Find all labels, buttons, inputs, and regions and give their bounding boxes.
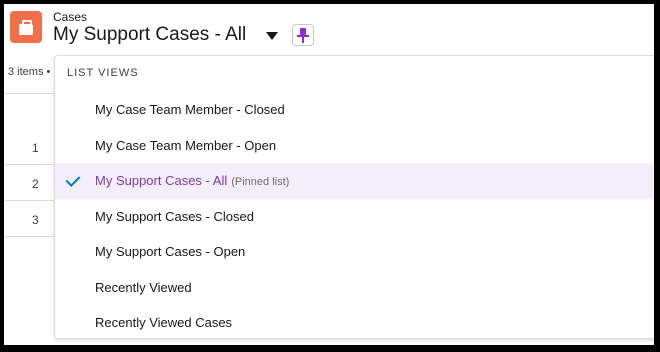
menu-item[interactable]: My Case Team Member - Closed [55,92,654,128]
menu-item[interactable]: My Support Cases - Closed [55,199,654,235]
table-header-divider [4,93,56,94]
object-name: Cases [53,10,88,24]
menu-item-label: My Case Team Member - Closed [95,102,285,117]
menu-item-label-text: My Support Cases - All [95,173,228,188]
caret-down-icon[interactable] [266,32,278,40]
menu-item-label: Recently Viewed [95,280,192,295]
menu-item[interactable]: My Support Cases - Open [55,234,654,270]
menu-item[interactable]: My Case Team Member - Open [55,128,654,164]
table-row[interactable]: 3 [4,201,56,237]
table-row[interactable]: 2 [4,165,56,201]
menu-item-selected[interactable]: My Support Cases - All (Pinned list) [55,163,654,199]
table-row[interactable]: 1 [4,129,56,165]
items-count: 3 items • [8,66,51,78]
list-view-title[interactable]: My Support Cases - All [53,24,246,46]
menu-item[interactable]: Recently Viewed Cases [55,305,654,341]
menu-item-label: My Support Cases - All (Pinned list) [95,173,289,188]
pin-button[interactable] [292,24,314,46]
row-number: 1 [32,141,39,155]
row-number: 3 [32,213,39,227]
menu-item-label: My Case Team Member - Open [95,138,277,153]
row-number: 2 [32,177,39,191]
pin-icon [300,28,306,35]
briefcase-icon [10,11,42,43]
pin-icon-needle [302,37,304,43]
window-frame: Cases My Support Cases - All 3 items • 1… [4,4,654,345]
menu-item-label: My Support Cases - Closed [95,209,254,224]
briefcase-body [19,24,33,35]
section-header: LIST VIEWS [67,67,139,79]
menu-item-label: Recently Viewed Cases [95,315,233,330]
list-views-dropdown: LIST VIEWS My Case Team Member - Closed … [54,55,654,339]
pinned-note: (Pinned list) [231,176,290,188]
check-icon [65,172,81,187]
menu-item-label: My Support Cases - Open [95,244,246,259]
menu-item[interactable]: Recently Viewed [55,270,654,306]
